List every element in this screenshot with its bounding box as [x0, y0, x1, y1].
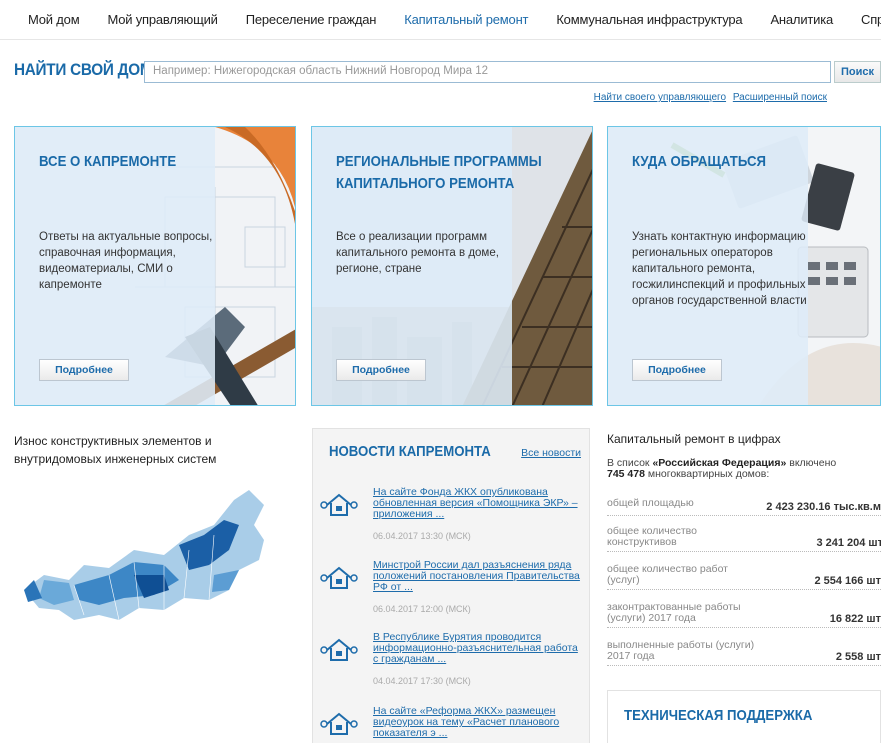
- news-link[interactable]: На сайте «Реформа ЖКХ» размещен видеоуро…: [373, 706, 585, 739]
- advanced-search-link[interactable]: Расширенный поиск: [733, 92, 827, 103]
- figures-title: Капитальный ремонт в цифрах: [607, 432, 781, 446]
- house-people-icon: [320, 493, 358, 516]
- figure-value: 3 241 204 шт: [816, 537, 881, 549]
- figure-label: законтрактованные работы (услуги) 2017 г…: [607, 601, 741, 624]
- tech-support-title: ТЕХНИЧЕСКАЯ ПОДДЕРЖКА: [624, 707, 813, 724]
- figure-value: 2 554 166 шт: [814, 575, 881, 587]
- card-title: ВСЕ О КАПРЕМОНТЕ: [39, 153, 177, 170]
- more-button[interactable]: Подробнее: [632, 359, 722, 381]
- wear-section-title: Износ конструктивных элементов и внутрид…: [14, 434, 217, 466]
- news-date: 04.04.2017 17:30 (МСК): [373, 676, 471, 686]
- search-input[interactable]: Например: Нижегородская область Нижний Н…: [144, 61, 831, 83]
- nav-item-analytics[interactable]: Аналитика: [770, 12, 833, 27]
- find-manager-link[interactable]: Найти своего управляющего: [594, 92, 726, 103]
- news-link[interactable]: На сайте Фонда ЖКХ опубликована обновлен…: [373, 487, 585, 520]
- figure-row: общее количество работ (услуг) 2 554 166…: [607, 564, 881, 590]
- figure-row: общей площадью 2 423 230.16 тыс.кв.м: [607, 498, 881, 516]
- russia-map[interactable]: [14, 480, 274, 640]
- card-about-repair[interactable]: ВСЕ О КАПРЕМОНТЕ Ответы на актуальные во…: [14, 126, 296, 406]
- house-people-icon: [320, 566, 358, 589]
- news-link[interactable]: Минстрой России дал разъяснения ряда пол…: [373, 560, 585, 593]
- figures-intro: В список «Российская Федерация» включено…: [607, 458, 881, 480]
- news-title: НОВОСТИ КАПРЕМОНТА: [329, 443, 491, 460]
- more-button[interactable]: Подробнее: [39, 359, 129, 381]
- news-date: 06.04.2017 13:30 (МСК): [373, 531, 471, 541]
- figure-value: 16 822 шт: [829, 613, 881, 625]
- figure-label: общее количество конструктивов: [607, 525, 697, 548]
- card-title: РЕГИОНАЛЬНЫЕ ПРОГРАММЫ КАПИТАЛЬНОГО РЕМО…: [336, 153, 542, 192]
- figure-value: 2 423 230.16 тыс.кв.м: [766, 501, 881, 513]
- all-news-link[interactable]: Все новости: [521, 447, 581, 459]
- search-title: НАЙТИ СВОЙ ДОМ: [14, 60, 153, 79]
- search-links: Найти своего управляющего Расширенный по…: [590, 92, 827, 103]
- card-title: КУДА ОБРАЩАТЬСЯ: [632, 153, 767, 170]
- figure-row: общее количество конструктивов 3 241 204…: [607, 526, 881, 552]
- card-description: Узнать контактную информацию региональны…: [632, 231, 807, 307]
- nav-item-help[interactable]: Справка: [861, 12, 881, 27]
- card-description: Все о реализации программ капитального р…: [336, 231, 499, 275]
- nav-item-my-home[interactable]: Мой дом: [28, 12, 80, 27]
- house-people-icon: [320, 638, 358, 661]
- tech-support-panel[interactable]: ТЕХНИЧЕСКАЯ ПОДДЕРЖКА: [607, 690, 881, 743]
- card-regional-programs[interactable]: РЕГИОНАЛЬНЫЕ ПРОГРАММЫ КАПИТАЛЬНОГО РЕМО…: [311, 126, 593, 406]
- news-date: 06.04.2017 12:00 (МСК): [373, 604, 471, 614]
- nav-item-my-manager[interactable]: Мой управляющий: [107, 12, 217, 27]
- figure-value: 2 558 шт: [835, 651, 881, 663]
- news-link[interactable]: В Республике Бурятия проводится информац…: [373, 632, 585, 665]
- repair-figures: Капитальный ремонт в цифрах В список «Ро…: [607, 428, 881, 666]
- intro-suffix: многоквартирных домов:: [644, 468, 770, 480]
- figure-row: выполненные работы (услуги) 2017 года 2 …: [607, 640, 881, 666]
- search-button[interactable]: Поиск: [834, 61, 881, 83]
- news-panel: НОВОСТИ КАПРЕМОНТА Все новости На сайте …: [312, 428, 590, 743]
- figure-row: законтрактованные работы (услуги) 2017 г…: [607, 602, 881, 628]
- card-description: Ответы на актуальные вопросы, справочная…: [39, 231, 213, 291]
- nav-item-utilities[interactable]: Коммунальная инфраструктура: [556, 12, 742, 27]
- card-where-to-apply[interactable]: КУДА ОБРАЩАТЬСЯ Узнать контактную информ…: [607, 126, 881, 406]
- figure-label: выполненные работы (услуги) 2017 года: [607, 639, 755, 662]
- intro-count: 745 478: [607, 468, 645, 480]
- house-people-icon: [320, 712, 358, 735]
- figure-label: общее количество работ (услуг): [607, 563, 728, 586]
- nav-item-resettlement[interactable]: Переселение граждан: [246, 12, 377, 27]
- nav-item-capital-repair[interactable]: Капитальный ремонт: [404, 12, 528, 27]
- intro-mid: включено: [786, 457, 837, 469]
- more-button[interactable]: Подробнее: [336, 359, 426, 381]
- top-nav: Мой дом Мой управляющий Переселение граж…: [0, 0, 881, 40]
